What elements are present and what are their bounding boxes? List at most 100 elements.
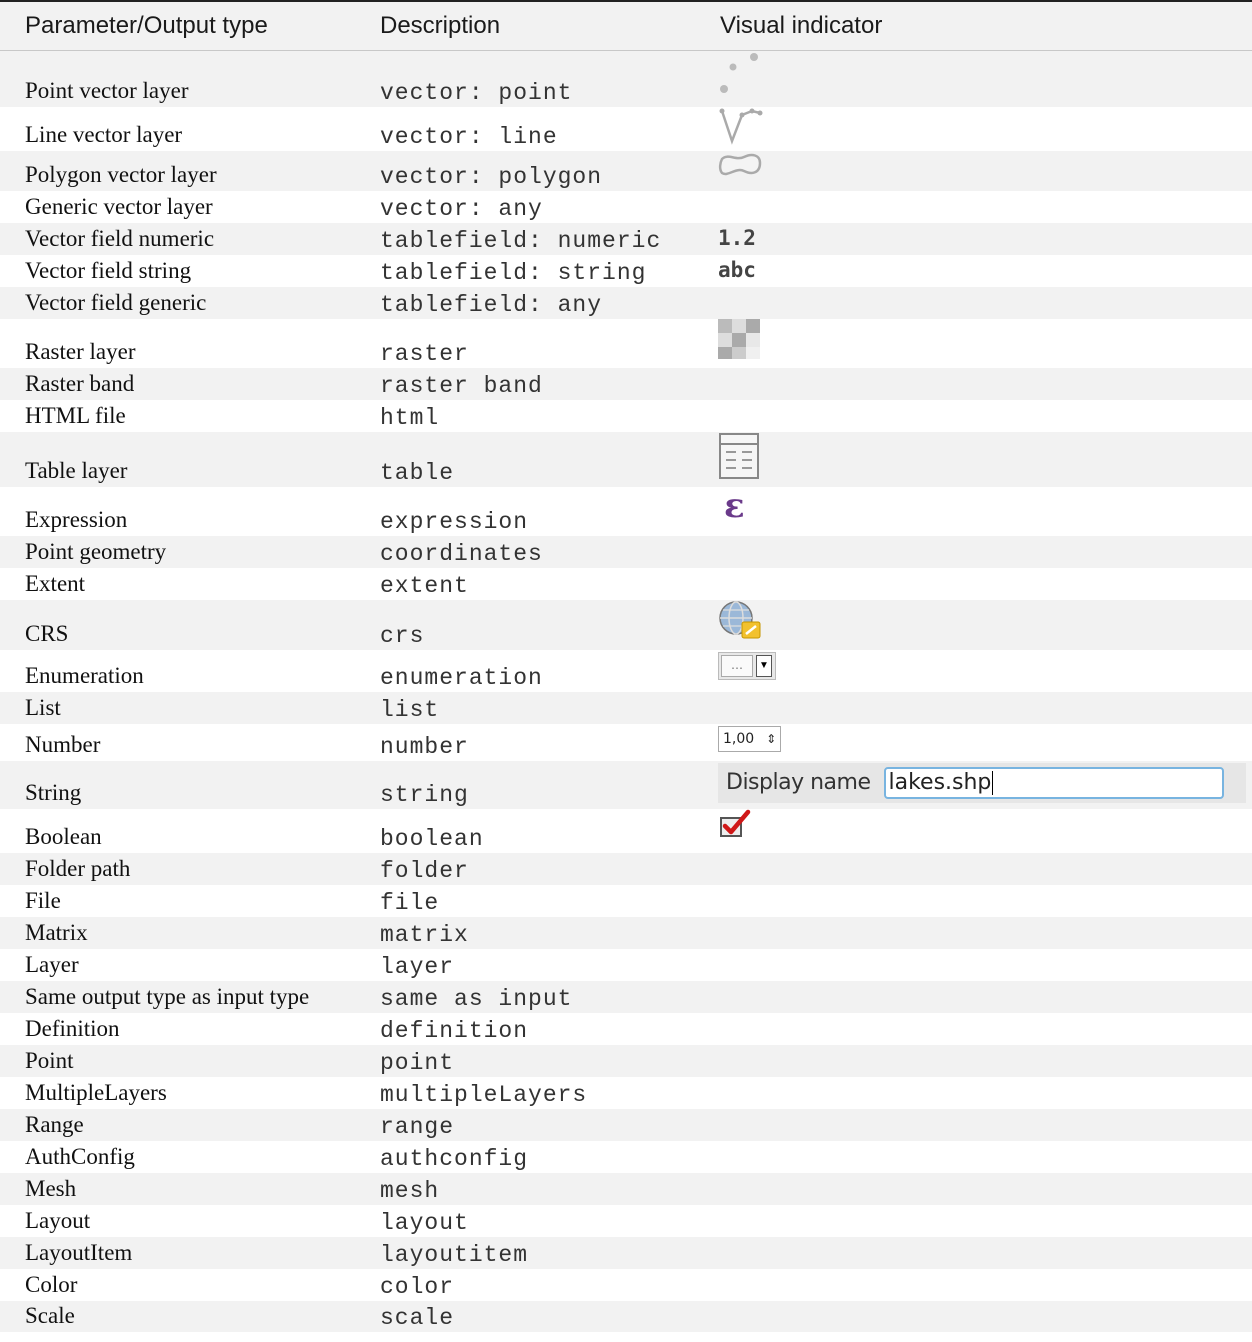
description-cell: extent xyxy=(370,567,710,600)
visual-indicator-cell xyxy=(710,399,1252,432)
description-cell: number xyxy=(370,723,710,761)
table-row: Table layer table xyxy=(0,431,1252,487)
expression-icon: ε xyxy=(718,487,758,525)
description-cell: html xyxy=(370,399,710,432)
display-name-label: Display name xyxy=(726,770,871,795)
table-row: HTML file html xyxy=(0,399,1252,432)
table-row: Extent extent xyxy=(0,567,1252,600)
description-cell: mesh xyxy=(370,1172,710,1205)
description-cell: folder xyxy=(370,852,710,885)
description-cell: tablefield: any xyxy=(370,286,710,319)
table-row: File file xyxy=(0,884,1252,917)
description-cell: table xyxy=(370,431,710,487)
header-visual-indicator: Visual indicator xyxy=(710,0,1252,51)
description-cell: color xyxy=(370,1268,710,1301)
parameter-type-cell: List xyxy=(0,691,370,724)
parameter-type-cell: Raster layer xyxy=(0,318,370,368)
parameter-types-table: Parameter/Output type Description Visual… xyxy=(0,0,1252,1332)
visual-indicator-cell xyxy=(710,1204,1252,1237)
text-cursor xyxy=(992,770,994,795)
description-cell: expression xyxy=(370,486,710,536)
table-row: Vector field generic tablefield: any xyxy=(0,286,1252,319)
line-vector-icon xyxy=(718,107,766,145)
table-row: CRS crs xyxy=(0,599,1252,650)
table-row: Layer layer xyxy=(0,948,1252,981)
string-widget: Display name lakes.shp xyxy=(718,762,1246,803)
parameter-type-cell: MultipleLayers xyxy=(0,1076,370,1109)
parameter-type-cell: Color xyxy=(0,1268,370,1301)
description-cell: vector: point xyxy=(370,50,710,107)
parameter-type-cell: Range xyxy=(0,1108,370,1141)
visual-indicator-cell xyxy=(710,1076,1252,1109)
svg-text:ε: ε xyxy=(724,487,745,525)
crs-globe-icon xyxy=(718,600,764,640)
visual-indicator-cell xyxy=(710,567,1252,600)
parameter-type-cell: Extent xyxy=(0,567,370,600)
table-row: Definition definition xyxy=(0,1012,1252,1045)
table-row: Layout layout xyxy=(0,1204,1252,1237)
table-row: Mesh mesh xyxy=(0,1172,1252,1205)
description-cell: layout xyxy=(370,1204,710,1237)
description-cell: file xyxy=(370,884,710,917)
parameter-type-cell: Mesh xyxy=(0,1172,370,1205)
description-cell: string xyxy=(370,760,710,809)
table-row: Vector field numeric tablefield: numeric 1… xyxy=(0,222,1252,255)
parameter-type-cell: Point geometry xyxy=(0,535,370,568)
header-parameter-type: Parameter/Output type xyxy=(0,0,370,51)
description-cell: tablefield: numeric xyxy=(370,222,710,255)
description-cell: same as input xyxy=(370,980,710,1013)
description-cell: definition xyxy=(370,1012,710,1045)
visual-indicator-cell xyxy=(710,50,1252,107)
visual-indicator-cell xyxy=(710,1236,1252,1269)
visual-indicator-cell xyxy=(710,1172,1252,1205)
parameter-type-cell: Raster band xyxy=(0,367,370,400)
visual-indicator-cell xyxy=(710,980,1252,1013)
table-row: MultipleLayers multipleLayers xyxy=(0,1076,1252,1109)
description-cell: vector: polygon xyxy=(370,150,710,191)
table-row: Enumeration enumeration … ▼ xyxy=(0,649,1252,692)
numeric-field-icon: 1.2 xyxy=(718,225,756,250)
description-cell: raster band xyxy=(370,367,710,400)
description-cell: raster xyxy=(370,318,710,368)
visual-indicator-cell: abc xyxy=(710,254,1252,287)
parameter-type-cell: Matrix xyxy=(0,916,370,949)
display-name-field: lakes.shp xyxy=(884,766,1225,799)
description-cell: list xyxy=(370,691,710,724)
description-cell: boolean xyxy=(370,808,710,853)
parameter-type-cell: Folder path xyxy=(0,852,370,885)
polygon-vector-icon xyxy=(718,151,766,181)
description-cell: coordinates xyxy=(370,535,710,568)
description-cell: multipleLayers xyxy=(370,1076,710,1109)
parameter-type-cell: Boolean xyxy=(0,808,370,853)
parameter-type-cell: Point xyxy=(0,1044,370,1077)
raster-icon xyxy=(718,318,762,359)
visual-indicator-cell: ε xyxy=(710,486,1252,536)
parameter-type-cell: String xyxy=(0,760,370,809)
table-row: Number number 1,00 ⇕ xyxy=(0,723,1252,761)
table-row: Boolean boolean xyxy=(0,808,1252,853)
visual-indicator-cell xyxy=(710,367,1252,400)
visual-indicator-cell xyxy=(710,1044,1252,1077)
description-cell: crs xyxy=(370,599,710,650)
visual-indicator-cell xyxy=(710,1108,1252,1141)
combobox-icon: … ▼ xyxy=(718,651,776,680)
description-cell: layoutitem xyxy=(370,1236,710,1269)
visual-indicator-cell xyxy=(710,916,1252,949)
table-row: Folder path folder xyxy=(0,852,1252,885)
description-cell: tablefield: string xyxy=(370,254,710,287)
visual-indicator-cell: 1,00 ⇕ xyxy=(710,723,1252,761)
description-cell: point xyxy=(370,1044,710,1077)
parameter-type-cell: CRS xyxy=(0,599,370,650)
table-row: Point geometry coordinates xyxy=(0,535,1252,568)
spin-arrows-icon: ⇕ xyxy=(766,731,777,746)
parameter-type-cell: AuthConfig xyxy=(0,1140,370,1173)
visual-indicator-cell xyxy=(710,1012,1252,1045)
description-cell: layer xyxy=(370,948,710,981)
parameter-type-cell: Expression xyxy=(0,486,370,536)
parameter-type-cell: File xyxy=(0,884,370,917)
table-row: Line vector layer vector: line xyxy=(0,106,1252,151)
parameter-type-cell: LayoutItem xyxy=(0,1236,370,1269)
visual-indicator-cell xyxy=(710,1268,1252,1301)
table-row: Point point xyxy=(0,1044,1252,1077)
parameter-type-cell: Scale xyxy=(0,1300,370,1332)
